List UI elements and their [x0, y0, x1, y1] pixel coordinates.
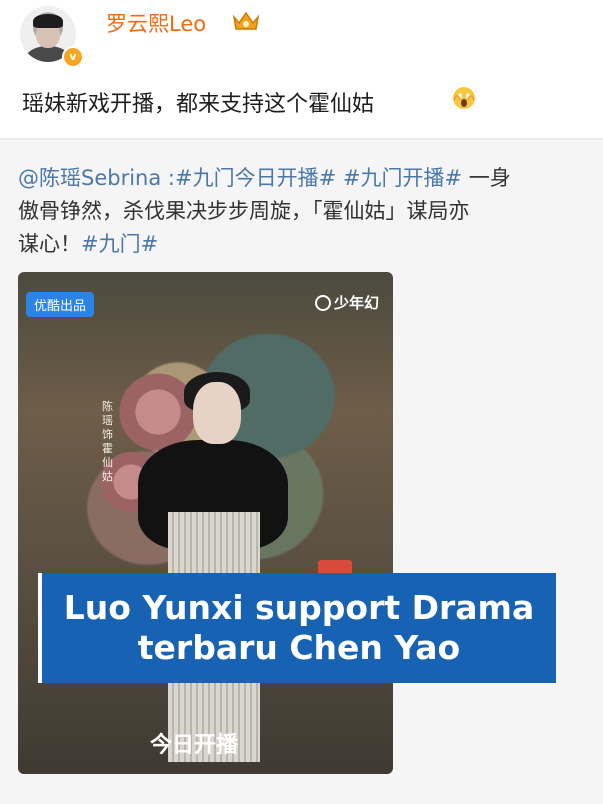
repost-card[interactable]: @陈瑶Sebrina :#九门今日开播# #九门开播# 一身 傲骨铮然，杀伐果决…: [0, 140, 603, 804]
airdate-text: 今日开播: [150, 733, 239, 758]
mention-colon: :: [161, 166, 175, 190]
verified-badge-icon: v: [62, 46, 84, 68]
repost-line-1: @陈瑶Sebrina :#九门今日开播# #九门开播# 一身: [18, 162, 511, 192]
youku-badge: 优酷出品: [26, 292, 95, 317]
mention-link[interactable]: @陈瑶Sebrina: [18, 166, 161, 190]
weibo-post: v 罗云熙Leo 瑶妹新戏开播，都来支持这个霍仙姑 @陈瑶Sebrina :#九…: [0, 0, 603, 804]
poster-image[interactable]: 优酷出品 少年幻 陈瑶 饰 霍仙姑 今日开播: [18, 272, 393, 774]
actor-credit: 陈瑶 饰 霍仙姑: [102, 400, 113, 483]
caption-banner: Luo Yunxi support Drama terbaru Chen Yao: [38, 573, 556, 683]
figure-head: [193, 382, 241, 444]
channel-logo: 少年幻: [314, 292, 379, 313]
repost-line-2: 傲骨铮然，杀伐果决步步周旋，「霍仙姑」谋局亦: [18, 199, 470, 223]
username[interactable]: 罗云熙Leo: [106, 8, 206, 38]
post-text: 瑶妹新戏开播，都来支持这个霍仙姑: [22, 92, 375, 117]
channel-logo-icon: [314, 295, 331, 311]
vip-crown-icon: [232, 11, 260, 30]
repost-line-3: 谋心！#九门#: [18, 228, 158, 258]
caption-line-2: terbaru Chen Yao: [137, 628, 461, 667]
screaming-face-emoji: [453, 87, 475, 109]
hashtag-link[interactable]: #九门今日开播#: [175, 166, 336, 190]
hashtag-link[interactable]: #九门#: [81, 232, 158, 256]
hashtag-link[interactable]: #九门开播#: [343, 166, 462, 190]
caption-line-1: Luo Yunxi support Drama: [63, 588, 535, 627]
repost-text: 一身: [462, 166, 511, 190]
avatar-hair: [33, 14, 63, 28]
channel-name: 少年幻: [333, 294, 379, 312]
repost-text: 谋心！: [18, 232, 81, 256]
